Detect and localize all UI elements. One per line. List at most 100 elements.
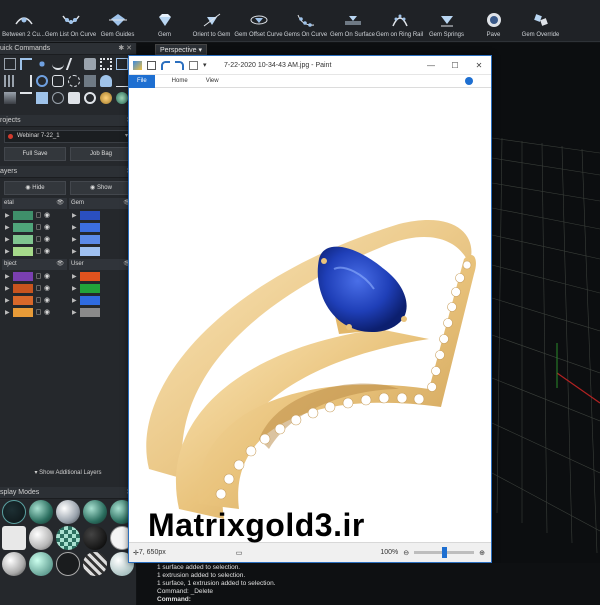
layer-color-swatch[interactable] bbox=[13, 210, 33, 220]
lock-icon[interactable] bbox=[36, 285, 41, 291]
layer-color-swatch[interactable] bbox=[13, 295, 33, 305]
eye-icon[interactable]: ◉ bbox=[44, 247, 50, 255]
undo-icon[interactable] bbox=[161, 60, 170, 70]
command-prompt[interactable]: Command: bbox=[157, 596, 600, 604]
white-mode-icon[interactable] bbox=[2, 526, 26, 550]
minimize-icon[interactable]: — bbox=[419, 61, 443, 70]
layer-row[interactable]: ▶ ◉ bbox=[2, 294, 67, 306]
rail-icon[interactable] bbox=[52, 92, 64, 104]
sweep-icon[interactable] bbox=[20, 92, 32, 104]
chrome-mode-icon[interactable] bbox=[2, 552, 26, 576]
layer-color-swatch[interactable] bbox=[13, 283, 33, 293]
tool-gem-guides[interactable]: Gem Guides bbox=[94, 0, 141, 42]
copy-icon[interactable] bbox=[116, 58, 128, 70]
hide-icon[interactable] bbox=[84, 75, 96, 87]
layer-row[interactable]: ▶ bbox=[69, 294, 134, 306]
layer-color-swatch[interactable] bbox=[80, 222, 100, 232]
layer-color-swatch[interactable] bbox=[80, 283, 100, 293]
select-icon[interactable] bbox=[4, 58, 16, 70]
eye-icon[interactable]: 👁 bbox=[56, 259, 64, 270]
file-tab[interactable]: File bbox=[129, 74, 155, 88]
lock-icon[interactable] bbox=[36, 224, 41, 230]
gumball-icon[interactable] bbox=[36, 75, 48, 87]
maximize-icon[interactable]: ☐ bbox=[443, 61, 467, 70]
new-file-icon[interactable] bbox=[189, 60, 198, 70]
layer-row[interactable]: ▶ ◉ bbox=[2, 221, 67, 233]
tool-gem-override[interactable]: Gem Override bbox=[517, 0, 564, 42]
help-icon[interactable] bbox=[465, 77, 473, 85]
rendered-mode-icon[interactable] bbox=[56, 500, 80, 524]
zoom-in-button[interactable]: ⊕ bbox=[479, 549, 485, 557]
shade-icon[interactable] bbox=[116, 92, 128, 104]
tool-orient-to-gem[interactable]: Orient to Gem bbox=[188, 0, 235, 42]
eye-icon[interactable]: ◉ bbox=[44, 272, 50, 280]
layer-row[interactable]: ▶ ◉ bbox=[2, 209, 67, 221]
checker-mode-icon[interactable] bbox=[56, 526, 80, 550]
view-tab[interactable]: View bbox=[206, 78, 219, 84]
metal-mode-icon[interactable] bbox=[29, 526, 53, 550]
measure-icon[interactable] bbox=[116, 75, 128, 87]
redo-icon[interactable] bbox=[175, 60, 184, 70]
customize-quick-access-icon[interactable]: ▾ bbox=[203, 61, 212, 70]
show-layers-button[interactable]: ◉ Show bbox=[70, 181, 132, 195]
tool-gem-offset-curve[interactable]: Gem Offset Curve bbox=[234, 0, 283, 42]
tool-gem-on-surface[interactable]: Gem On Surface bbox=[329, 0, 376, 42]
eye-icon[interactable]: 👁 bbox=[56, 198, 64, 209]
tool-gem-springs[interactable]: Gem Springs bbox=[423, 0, 470, 42]
layer-row[interactable]: ▶ ◉ bbox=[2, 233, 67, 245]
layer-row[interactable]: ▶ bbox=[69, 245, 134, 257]
layer-color-swatch[interactable] bbox=[80, 295, 100, 305]
eye-icon[interactable]: ◉ bbox=[44, 296, 50, 304]
layer-color-swatch[interactable] bbox=[13, 234, 33, 244]
full-save-button[interactable]: Full Save bbox=[4, 147, 66, 161]
curve-tool-icon[interactable] bbox=[52, 58, 64, 70]
mesh-mode-icon[interactable] bbox=[29, 552, 53, 576]
lock-icon[interactable] bbox=[36, 212, 41, 218]
rotate-icon[interactable] bbox=[68, 75, 80, 87]
perspective-tab[interactable]: Perspective ▾ bbox=[155, 44, 208, 55]
layer-row[interactable]: ▶ bbox=[69, 221, 134, 233]
layer-color-swatch[interactable] bbox=[13, 271, 33, 281]
zoom-slider-thumb[interactable] bbox=[442, 547, 448, 558]
hide-layers-button[interactable]: ◉ Hide bbox=[4, 181, 66, 195]
dark-mode-icon[interactable] bbox=[83, 526, 107, 550]
eye-icon[interactable]: ◉ bbox=[44, 308, 50, 316]
zoom-out-button[interactable]: ⊖ bbox=[403, 549, 409, 557]
close-icon[interactable]: ✕ bbox=[467, 61, 491, 70]
tool-gem-list-on-curve[interactable]: Gem List On Curve bbox=[45, 0, 96, 42]
layer-row[interactable]: ▶ bbox=[69, 233, 134, 245]
lock-icon[interactable] bbox=[36, 273, 41, 279]
render-icon[interactable] bbox=[100, 92, 112, 104]
tool-gem-on-ring-rail[interactable]: Gem on Ring Rail bbox=[376, 0, 423, 42]
layer-color-swatch[interactable] bbox=[80, 307, 100, 317]
array-icon[interactable] bbox=[4, 75, 16, 87]
save-icon[interactable] bbox=[147, 60, 156, 70]
layer-row[interactable]: ▶ ◉ bbox=[2, 270, 67, 282]
ghost-mode-icon[interactable] bbox=[83, 500, 107, 524]
layer-color-swatch[interactable] bbox=[80, 234, 100, 244]
shaded-mode-icon[interactable] bbox=[29, 500, 53, 524]
show-additional-layers[interactable]: ▾ Show Additional Layers bbox=[0, 469, 136, 476]
tool-gems-on-curve[interactable]: Gems On Curve bbox=[282, 0, 329, 42]
layer-row[interactable]: ▶ bbox=[69, 270, 134, 282]
extrude-icon[interactable] bbox=[36, 92, 48, 104]
layer-color-swatch[interactable] bbox=[13, 307, 33, 317]
project-select[interactable]: Webinar 7-22_1 ▾ bbox=[4, 129, 132, 143]
lock-icon[interactable] bbox=[36, 236, 41, 242]
lock-icon[interactable] bbox=[36, 309, 41, 315]
boolean-icon[interactable] bbox=[84, 58, 96, 70]
group-icon[interactable] bbox=[36, 58, 48, 70]
panel-controls[interactable]: ✱ ✕ bbox=[118, 43, 132, 55]
scale-icon[interactable] bbox=[52, 75, 64, 87]
lock-icon[interactable] bbox=[100, 75, 112, 87]
layer-row[interactable]: ▶ ◉ bbox=[2, 245, 67, 257]
loft-icon[interactable] bbox=[4, 92, 16, 104]
eye-icon[interactable]: ◉ bbox=[44, 223, 50, 231]
lock-icon[interactable] bbox=[36, 297, 41, 303]
lock-icon[interactable] bbox=[36, 248, 41, 254]
tool-pave[interactable]: Pave bbox=[470, 0, 517, 42]
profile-icon[interactable] bbox=[68, 92, 80, 104]
layer-color-swatch[interactable] bbox=[80, 271, 100, 281]
tool-between-curves[interactable]: Between 2 Cu... bbox=[0, 0, 47, 42]
split-icon[interactable] bbox=[65, 58, 83, 70]
